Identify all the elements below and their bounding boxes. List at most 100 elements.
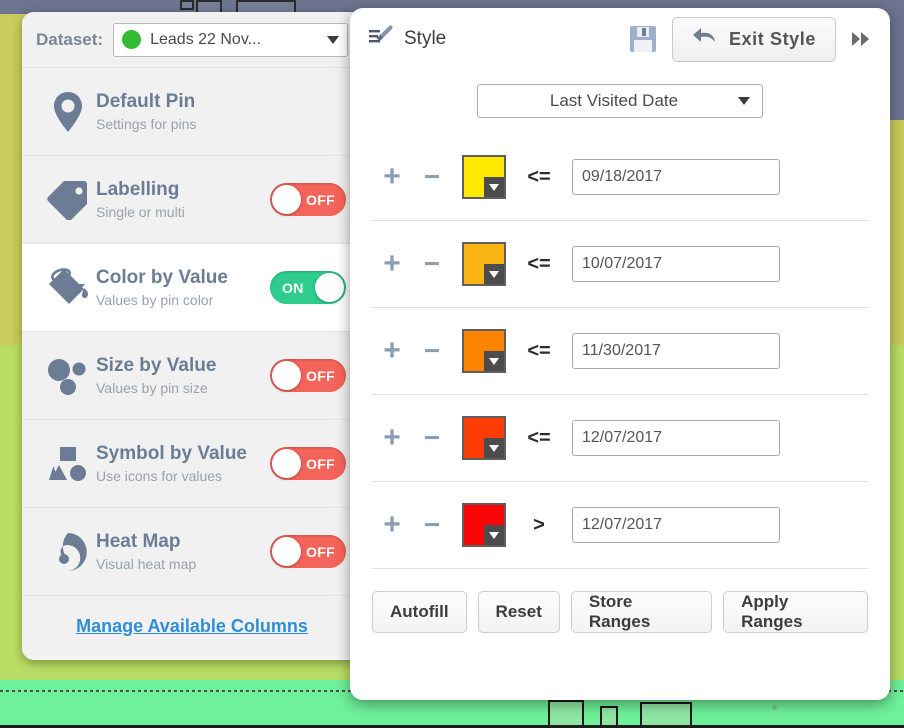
swatch-dropdown-icon	[484, 351, 504, 371]
dataset-value: Leads 22 Nov...	[150, 30, 261, 48]
remove-rule-button[interactable]: −	[412, 250, 452, 278]
color-swatch-button[interactable]	[462, 242, 506, 286]
sidebar-item-title: Labelling	[96, 179, 180, 201]
color-rule-row: + − <=	[372, 395, 868, 482]
sidebar-item-title: Size by Value	[96, 355, 217, 377]
caret-down-icon	[327, 35, 339, 44]
add-rule-button[interactable]: +	[372, 249, 412, 279]
tag-icon	[40, 180, 96, 220]
style-panel: Style Exit Style Last Visited Date + − <…	[350, 8, 890, 700]
heatmap-swirl-icon	[40, 531, 96, 573]
rule-value-input[interactable]	[572, 246, 780, 282]
color-rule-row: + − <=	[372, 308, 868, 395]
rule-value-input[interactable]	[572, 420, 780, 456]
sidebar-item-heat-map[interactable]: Heat Map Visual heat map OFF	[22, 508, 362, 596]
rule-value-input[interactable]	[572, 507, 780, 543]
sidebar-item-default-pin[interactable]: Default Pin Settings for pins	[22, 68, 362, 156]
caret-down-icon	[738, 97, 750, 105]
toggle-size-by-value[interactable]: OFF	[270, 359, 346, 392]
rule-operator: <=	[527, 165, 551, 188]
sidebar-item-symbol-by-value[interactable]: Symbol by Value Use icons for values OFF	[22, 420, 362, 508]
swatch-dropdown-icon	[484, 525, 504, 545]
circles-icon	[40, 356, 96, 396]
toggle-knob	[315, 273, 344, 302]
color-swatch-button[interactable]	[462, 329, 506, 373]
reset-button[interactable]: Reset	[477, 591, 560, 633]
map-pin-icon	[40, 91, 96, 133]
style-panel-title: Style	[404, 28, 447, 49]
paintbrush-icon	[368, 25, 394, 54]
undo-arrow-icon	[692, 25, 718, 54]
swatch-dropdown-icon	[484, 264, 504, 284]
toggle-knob	[272, 449, 301, 478]
field-select-wrapper: Last Visited Date	[350, 84, 890, 118]
toggle-state-label: ON	[282, 279, 304, 296]
toggle-color-by-value[interactable]: ON	[270, 271, 346, 304]
sidebar-item-title: Default Pin	[96, 91, 196, 113]
toggle-state-label: OFF	[306, 191, 335, 208]
toggle-heat-map[interactable]: OFF	[270, 535, 346, 568]
add-rule-button[interactable]: +	[372, 423, 412, 453]
style-field-select[interactable]: Last Visited Date	[477, 84, 763, 118]
sidebar-item-size-by-value[interactable]: Size by Value Values by pin size OFF	[22, 332, 362, 420]
style-actions: Autofill Reset Store Ranges Apply Ranges	[350, 569, 890, 633]
color-rules-list: + − <= + − <= + − <= +	[350, 134, 890, 569]
sidebar-item-subtitle: Values by pin color	[96, 291, 214, 308]
sidebar-item-subtitle: Settings for pins	[96, 115, 197, 132]
sidebar-item-subtitle: Values by pin size	[96, 379, 208, 396]
dataset-color-dot	[122, 30, 142, 49]
manage-columns-row: Manage Available Columns	[22, 596, 362, 656]
color-swatch-button[interactable]	[462, 416, 506, 460]
rule-operator: <=	[527, 426, 551, 449]
toggle-knob	[272, 361, 301, 390]
rule-value-input[interactable]	[572, 159, 780, 195]
map-marker-dot	[772, 705, 777, 710]
autofill-button[interactable]: Autofill	[372, 591, 467, 633]
add-rule-button[interactable]: +	[372, 162, 412, 192]
double-chevron-right-icon[interactable]	[846, 30, 876, 48]
dataset-bar: Dataset: Leads 22 Nov...	[22, 12, 362, 68]
toggle-knob	[272, 185, 301, 214]
store-ranges-button[interactable]: Store Ranges	[570, 591, 713, 633]
sidebar-item-color-by-value[interactable]: Color by Value Values by pin color ON	[22, 244, 362, 332]
exit-style-button[interactable]: Exit Style	[671, 16, 836, 62]
dataset-select[interactable]: Leads 22 Nov...	[113, 22, 348, 57]
color-swatch-button[interactable]	[462, 503, 506, 547]
manage-available-columns-link[interactable]: Manage Available Columns	[76, 616, 308, 637]
sidebar-item-title: Symbol by Value	[96, 443, 247, 465]
toggle-labelling[interactable]: OFF	[270, 183, 346, 216]
remove-rule-button[interactable]: −	[412, 163, 452, 191]
map-building	[180, 0, 194, 10]
toggle-symbol-by-value[interactable]: OFF	[270, 447, 346, 480]
sidebar-item-title: Color by Value	[96, 267, 228, 289]
floppy-disk-icon[interactable]	[624, 20, 662, 58]
remove-rule-button[interactable]: −	[412, 511, 452, 539]
sidebar-item-subtitle: Visual heat map	[96, 555, 197, 572]
style-panel-header: Style Exit Style	[350, 8, 890, 70]
color-swatch-button[interactable]	[462, 155, 506, 199]
toggle-state-label: OFF	[306, 455, 335, 472]
shapes-icon	[40, 444, 96, 484]
add-rule-button[interactable]: +	[372, 510, 412, 540]
remove-rule-button[interactable]: −	[412, 337, 452, 365]
dataset-label: Dataset:	[36, 29, 104, 49]
toggle-state-label: OFF	[306, 543, 335, 560]
swatch-dropdown-icon	[484, 177, 504, 197]
sidebar-item-subtitle: Single or multi	[96, 203, 185, 220]
map-parcel	[548, 700, 584, 728]
swatch-dropdown-icon	[484, 438, 504, 458]
apply-ranges-button[interactable]: Apply Ranges	[723, 591, 868, 633]
rule-operator: <=	[527, 339, 551, 362]
sidebar-item-labelling[interactable]: Labelling Single or multi OFF	[22, 156, 362, 244]
add-rule-button[interactable]: +	[372, 336, 412, 366]
rule-value-input[interactable]	[572, 333, 780, 369]
color-rule-row: + − <=	[372, 221, 868, 308]
sidebar-item-title: Heat Map	[96, 531, 181, 553]
style-field-value: Last Visited Date	[549, 91, 679, 110]
remove-rule-button[interactable]: −	[412, 424, 452, 452]
color-rule-row: + − >	[372, 482, 868, 569]
layer-settings-panel: Dataset: Leads 22 Nov... Default Pin Set…	[22, 12, 362, 660]
rule-operator: >	[533, 513, 545, 536]
sidebar-item-subtitle: Use icons for values	[96, 467, 223, 484]
toggle-knob	[272, 537, 301, 566]
